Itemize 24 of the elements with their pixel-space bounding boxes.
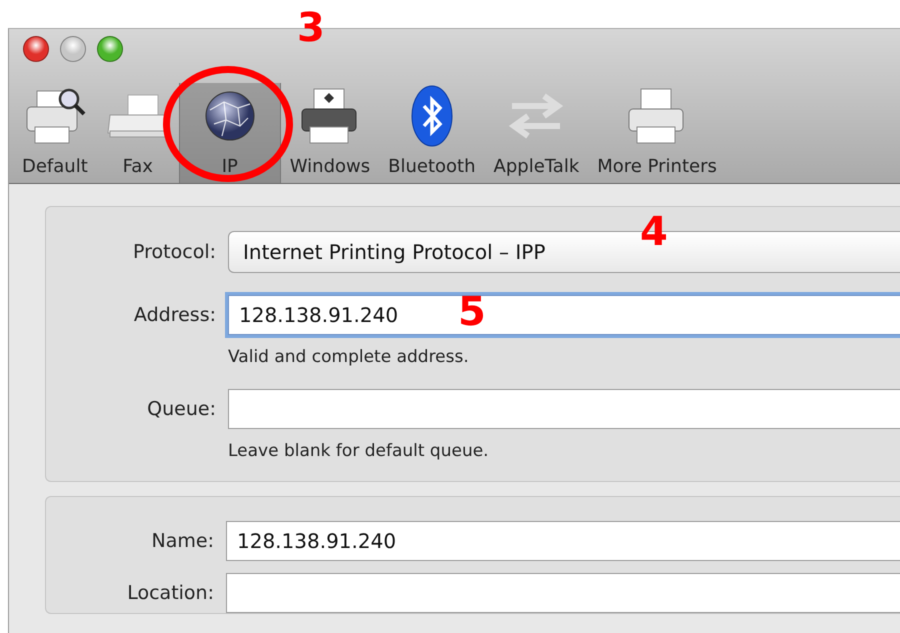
field-label: Location: (127, 582, 214, 604)
toolbar-tab[interactable]: Bluetooth (379, 83, 485, 183)
hint-text: Valid and complete address. (228, 347, 470, 367)
toolbar-tab[interactable]: Fax (96, 83, 179, 183)
hint-text: Leave blank for default queue. (228, 441, 490, 461)
toolbar-tab[interactable]: Default (13, 83, 97, 183)
zoom-button[interactable] (97, 36, 123, 62)
toolbar-tab[interactable]: More Printers (588, 83, 726, 183)
text-field[interactable]: 128.138.91.240 (226, 521, 900, 561)
close-button[interactable] (23, 36, 49, 62)
field-label: Address: (134, 304, 216, 326)
text-field[interactable] (226, 573, 900, 613)
globe-icon (204, 90, 256, 142)
field-label: Protocol: (133, 241, 216, 263)
bluetooth-icon (410, 84, 454, 148)
text-field[interactable] (228, 389, 900, 429)
annotation-number: 3 (297, 8, 325, 48)
annotation-number: 5 (458, 292, 486, 332)
toolbar-tab[interactable]: IP (178, 83, 281, 183)
toolbar-tab[interactable]: Windows (280, 83, 380, 183)
toolbar-tab[interactable]: AppleTalk (484, 83, 588, 183)
field-label: Queue: (147, 398, 216, 420)
field-label: Name: (152, 530, 214, 552)
minimize-button[interactable] (60, 36, 86, 62)
